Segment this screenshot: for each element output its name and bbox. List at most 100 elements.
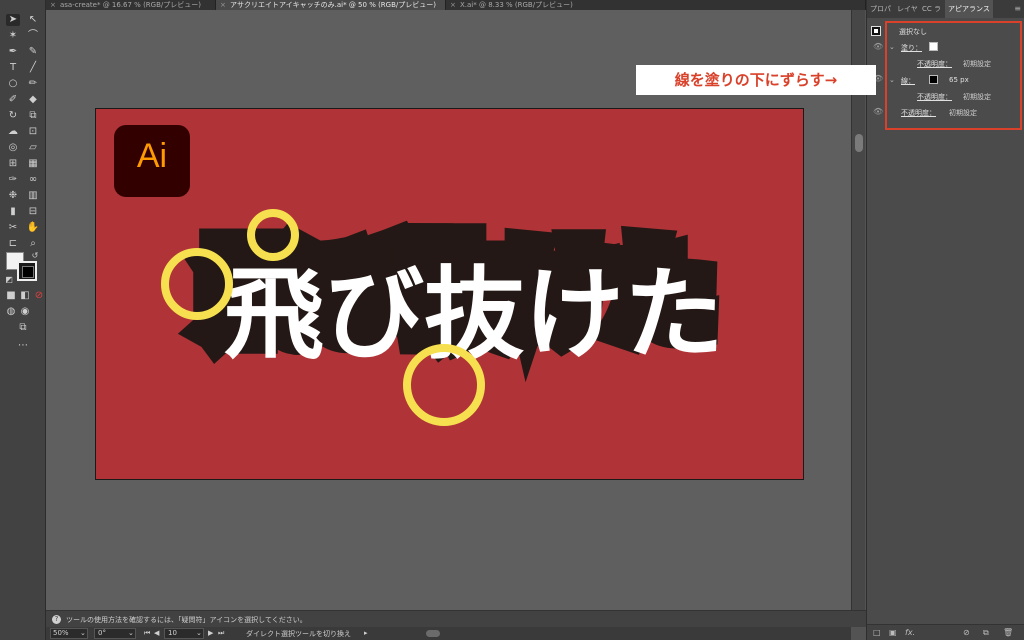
rotation-value: 0° xyxy=(98,629,106,637)
artboard[interactable]: Ai 飛び抜けた 飛び抜けた xyxy=(95,108,804,480)
default-fill-stroke-icon[interactable]: ◩ xyxy=(2,274,16,286)
rotation-dropdown-chevron-icon[interactable]: ⌄ xyxy=(128,629,134,637)
gradient-tool-icon[interactable]: ▦ xyxy=(26,158,40,170)
hand-tool-icon[interactable]: ✋ xyxy=(26,222,40,234)
selection-label: 選択なし xyxy=(899,28,927,36)
fill-expand-chevron-icon[interactable]: ⌄ xyxy=(889,43,895,51)
horizontal-scrollbar-thumb[interactable] xyxy=(426,630,440,637)
draw-behind-icon[interactable]: ◉ xyxy=(18,306,32,318)
tab-appearance[interactable]: アピアランス xyxy=(945,0,993,18)
stroke-opacity-label[interactable]: 不透明度： xyxy=(917,92,952,102)
add-stroke-icon[interactable]: □ xyxy=(873,628,881,637)
free-transform-tool-icon[interactable]: ⊡ xyxy=(26,126,40,138)
tab-cc-libraries[interactable]: CC ラ xyxy=(922,4,941,14)
pen-tool-icon[interactable]: ✒ xyxy=(6,46,20,58)
callout-text: 線を塗りの下にずらす→ xyxy=(674,71,838,89)
panel-menu-icon[interactable]: ≡ xyxy=(1014,4,1021,13)
stroke-width-value[interactable]: 65 px xyxy=(949,76,969,84)
artboard-tool-icon[interactable]: ⊟ xyxy=(26,206,40,218)
status-bar: ? ツールの使用方法を確認するには、「疑問符」アイコンを選択してください。 xyxy=(46,610,866,627)
zoom-tool-icon[interactable]: ⌕ xyxy=(26,238,40,250)
tab-label: X.ai* @ 8.33 % (RGB/プレビュー) xyxy=(460,1,573,9)
object-opacity-label[interactable]: 不透明度： xyxy=(901,108,936,118)
graph-tool-icon[interactable]: ▮ xyxy=(6,206,20,218)
type-tool-icon[interactable]: T xyxy=(6,62,20,74)
column-graph-tool-icon[interactable]: ▥ xyxy=(26,190,40,202)
tab-properties[interactable]: プロパ xyxy=(870,4,891,14)
tab-layers[interactable]: レイヤ xyxy=(897,4,918,14)
scrollbar-thumb[interactable] xyxy=(855,134,863,152)
duplicate-item-icon[interactable]: ⧉ xyxy=(983,628,989,638)
add-fill-icon[interactable]: ▣ xyxy=(889,628,897,637)
headline-text: 飛び抜けた xyxy=(224,256,724,373)
fx-icon[interactable]: fx. xyxy=(905,628,915,637)
scale-tool-icon[interactable]: ⧉ xyxy=(26,110,40,122)
close-tab-icon[interactable]: × xyxy=(450,0,460,10)
color-mode-icon[interactable]: ■ xyxy=(4,290,18,302)
direct-selection-tool-icon[interactable]: ↖ xyxy=(26,14,40,26)
stroke-swatch[interactable] xyxy=(17,261,37,281)
magic-wand-tool-icon[interactable]: ✶ xyxy=(6,30,20,42)
next-artboard-icon[interactable]: ▶ xyxy=(208,629,213,637)
screen-mode-icon[interactable]: ⧉ xyxy=(16,322,30,334)
zoom-value: 50% xyxy=(53,629,69,637)
line-tool-icon[interactable]: ╱ xyxy=(26,62,40,74)
opacity-visibility-eye-icon[interactable]: 👁 xyxy=(873,107,883,116)
delete-item-icon[interactable]: 🗑 xyxy=(1003,628,1013,637)
symbol-sprayer-tool-icon[interactable]: ❉ xyxy=(6,190,20,202)
vertical-scrollbar[interactable] xyxy=(851,10,865,610)
document-tab-2[interactable]: × アサクリエイトアイキャッチのみ.ai* @ 50 % (RGB/プレビュー) xyxy=(216,0,446,10)
fill-visibility-eye-icon[interactable]: 👁 xyxy=(873,42,883,51)
gradient-mode-icon[interactable]: ◧ xyxy=(18,290,32,302)
none-mode-icon[interactable]: ⊘ xyxy=(32,290,46,302)
lasso-tool-icon[interactable]: ⌒ xyxy=(26,30,40,42)
panel-tab-bar: プロパ レイヤ CC ラ アピアランス ≡ xyxy=(867,0,1024,18)
draw-normal-icon[interactable]: ◍ xyxy=(4,306,18,318)
selection-tool-icon[interactable]: ➤ xyxy=(6,14,20,26)
artboard-dropdown-chevron-icon[interactable]: ⌄ xyxy=(196,629,202,637)
close-tab-icon[interactable]: × xyxy=(220,0,230,10)
fill-color-swatch[interactable] xyxy=(929,42,938,51)
blend-tool-icon[interactable]: ∞ xyxy=(26,174,40,186)
headline-artwork[interactable]: 飛び抜けた 飛び抜けた xyxy=(96,109,804,480)
slice-tool-icon[interactable]: ✂ xyxy=(6,222,20,234)
close-tab-icon[interactable]: × xyxy=(50,0,60,10)
canvas-area[interactable]: Ai 飛び抜けた 飛び抜けた xyxy=(46,10,851,610)
zoom-dropdown-chevron-icon[interactable]: ⌄ xyxy=(80,629,86,637)
print-tiling-tool-icon[interactable]: ⊏ xyxy=(6,238,20,250)
document-navigation-bar: 50% ⌄ 0° ⌄ ⏮ ◀ 10 ⌄ ▶ ⏭ ダイレクト選択ツールを切り換え … xyxy=(46,627,851,640)
more-tools-icon[interactable]: ⋯ xyxy=(16,340,30,352)
last-artboard-icon[interactable]: ⏭ xyxy=(218,629,224,638)
clear-appearance-icon[interactable]: ⊘ xyxy=(963,628,970,637)
status-hint-text: ツールの使用方法を確認するには、「疑問符」アイコンを選択してください。 xyxy=(66,616,307,624)
eyedropper-tool-icon[interactable]: ✑ xyxy=(6,174,20,186)
fill-opacity-label[interactable]: 不透明度： xyxy=(917,59,952,69)
tools-panel: ➤ ↖ ✶ ⌒ ✒ ✎ T ╱ ○ ✏ ✐ ◆ ↻ ⧉ ☁ ⊡ ◎ ▱ ⊞ ▦ … xyxy=(0,0,46,640)
document-tab-1[interactable]: × asa-create* @ 16.67 % (RGB/プレビュー) xyxy=(46,0,216,10)
question-mark-icon[interactable]: ? xyxy=(52,615,61,624)
shape-builder-tool-icon[interactable]: ◎ xyxy=(6,142,20,154)
shaper-tool-icon[interactable]: ✐ xyxy=(6,94,20,106)
rotate-tool-icon[interactable]: ↻ xyxy=(6,110,20,122)
appearance-panel-footer: □ ▣ fx. ⊘ ⧉ 🗑 xyxy=(867,624,1024,640)
fill-label[interactable]: 塗り： xyxy=(901,43,922,53)
stroke-expand-chevron-icon[interactable]: ⌄ xyxy=(889,76,895,84)
eraser-tool-icon[interactable]: ◆ xyxy=(26,94,40,106)
mesh-tool-icon[interactable]: ⊞ xyxy=(6,158,20,170)
stroke-label[interactable]: 線： xyxy=(901,76,915,86)
previous-artboard-icon[interactable]: ◀ xyxy=(154,629,159,637)
swap-fill-stroke-icon[interactable]: ↺ xyxy=(28,250,42,262)
document-tab-bar: × asa-create* @ 16.67 % (RGB/プレビュー) × アサクリ… xyxy=(46,0,866,10)
appearance-panel: プロパ レイヤ CC ラ アピアランス ≡ 👁 👁 👁 選択なし ⌄ 塗り： 不… xyxy=(866,0,1024,640)
curvature-tool-icon[interactable]: ✎ xyxy=(26,46,40,58)
ellipse-tool-icon[interactable]: ○ xyxy=(6,78,20,90)
document-tab-3[interactable]: × X.ai* @ 8.33 % (RGB/プレビュー) xyxy=(446,0,866,10)
stroke-opacity-value: 初期設定 xyxy=(963,93,991,101)
warp-tool-icon[interactable]: ☁ xyxy=(6,126,20,138)
stroke-color-swatch[interactable] xyxy=(929,75,938,84)
selection-thumbnail-icon xyxy=(871,26,881,36)
first-artboard-icon[interactable]: ⏮ xyxy=(144,629,150,638)
perspective-grid-tool-icon[interactable]: ▱ xyxy=(26,142,40,154)
paintbrush-tool-icon[interactable]: ✏ xyxy=(26,78,40,90)
status-menu-arrow-icon[interactable]: ▸ xyxy=(364,629,368,637)
